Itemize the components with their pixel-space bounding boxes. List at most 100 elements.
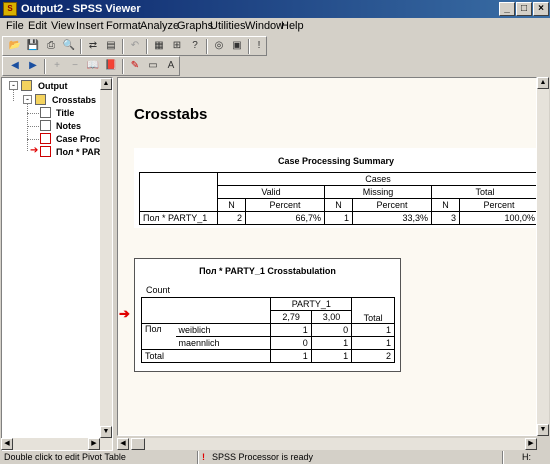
tree-item-notes[interactable]: Notes (56, 121, 81, 131)
page-title: Crosstabs (134, 106, 208, 123)
table-header-cell: Total (430, 185, 536, 199)
content-vertical-scrollbar[interactable]: ▲ ▼ (537, 77, 549, 436)
menu-graphs[interactable]: Graphs (177, 20, 213, 32)
table-cell: 0 (270, 336, 312, 350)
designate-window-icon[interactable]: ▣ (228, 38, 246, 55)
spss-app-icon[interactable]: S (3, 2, 17, 16)
close-button[interactable]: × (533, 2, 549, 16)
table-cell: 33,3% (352, 211, 432, 225)
menu-utilities[interactable]: Utilities (210, 20, 245, 32)
outline-pane[interactable]: - Output - Crosstabs Title Notes Case Pr… (1, 77, 113, 451)
undo-icon[interactable]: ↶ (126, 38, 144, 55)
variables-icon[interactable]: ? (186, 38, 204, 55)
collapse-crosstabs-toggle[interactable]: - (23, 95, 32, 104)
table-header-cell: Total (351, 297, 395, 324)
table-header-cell: Percent (459, 198, 536, 212)
scroll-right-icon[interactable]: ▶ (88, 438, 100, 450)
table-header-cell: N (323, 198, 354, 212)
menu-help[interactable]: Help (281, 20, 304, 32)
scroll-right-icon[interactable]: ▶ (525, 438, 537, 450)
open-icon[interactable]: 📂 (6, 38, 24, 55)
tree-item-crosstabulation[interactable]: Пол * PAR (56, 147, 100, 157)
maximize-button[interactable]: □ (516, 2, 532, 16)
collapse-output-toggle[interactable]: - (9, 81, 18, 90)
dialog-recall-icon[interactable]: ▤ (102, 38, 120, 55)
insert-text-icon[interactable]: A (162, 58, 180, 75)
promote-icon[interactable]: ◀ (6, 58, 24, 75)
tree-item-output[interactable]: Output (38, 81, 68, 91)
print-preview-icon[interactable]: 🔍 (60, 38, 78, 55)
tree-connector (27, 103, 28, 151)
goto-data-icon[interactable]: ▦ (150, 38, 168, 55)
tree-item-title[interactable]: Title (56, 108, 74, 118)
content-horizontal-scrollbar[interactable]: ◀ ▶ (117, 438, 537, 450)
menu-edit[interactable]: Edit (28, 20, 47, 32)
menu-file[interactable]: File (6, 20, 24, 32)
window-title: Output2 - SPSS Viewer (21, 3, 141, 15)
toolbar-separator (206, 39, 208, 54)
expand-icon[interactable]: + (48, 58, 66, 75)
table-header-cell: Cases (217, 172, 536, 186)
outline-vertical-scrollbar[interactable]: ▲ ▼ (100, 78, 112, 450)
insert-title-icon[interactable]: ▭ (144, 58, 162, 75)
table-row-label: Пол * PARTY_1 (139, 211, 218, 225)
tree-connector (27, 139, 41, 140)
toolbar-separator (80, 39, 82, 54)
tree-item-crosstabs[interactable]: Crosstabs (52, 95, 96, 105)
menu-analyze[interactable]: Analyze (140, 20, 179, 32)
use-sets-icon[interactable]: ◎ (210, 38, 228, 55)
table-cell: 3 (430, 211, 461, 225)
case-summary-title: Case Processing Summary (277, 156, 395, 166)
scroll-left-icon[interactable]: ◀ (117, 438, 129, 450)
crosstab-table[interactable]: PARTY_1 Total 2,79 3,00 Пол weiblich 1 0… (140, 297, 395, 363)
scroll-up-icon[interactable]: ▲ (100, 78, 112, 90)
table-cell: 1 (310, 349, 353, 363)
demote-icon[interactable]: ▶ (24, 58, 42, 75)
show-icon[interactable]: 📖 (84, 58, 102, 75)
table-cell: 100,0% (459, 211, 536, 225)
tree-item-case-processing[interactable]: Case Proce (56, 134, 105, 144)
table-header-cell: Percent (352, 198, 432, 212)
insert-heading-icon[interactable]: ✎ (126, 58, 144, 75)
menu-view[interactable]: View (51, 20, 75, 32)
scroll-up-icon[interactable]: ▲ (537, 77, 549, 89)
standard-toolbar: 📂 💾 ⎙ 🔍 ⇄ ▤ ↶ ▦ ⊞ ? ◎ ▣ ! (2, 36, 267, 56)
table-row: PARTY_1 Total (140, 297, 395, 324)
save-icon[interactable]: 💾 (24, 38, 42, 55)
crosstab-pivot[interactable]: Пол * PARTY_1 Crosstabulation Count PART… (134, 258, 401, 372)
table-row-label: maennlich (175, 336, 272, 350)
collapse-icon[interactable]: − (66, 58, 84, 75)
status-separator (502, 451, 504, 464)
pivot-table-icon (40, 133, 51, 144)
print-icon[interactable]: ⎙ (42, 38, 60, 55)
menu-format[interactable]: Format (106, 20, 141, 32)
scroll-down-icon[interactable]: ▼ (100, 426, 112, 438)
table-row-var-label: Пол (141, 323, 176, 350)
toolbar-separator (44, 59, 46, 74)
table-cell: 1 (351, 336, 395, 350)
minimize-button[interactable]: _ (499, 2, 515, 16)
menu-insert[interactable]: Insert (76, 20, 104, 32)
table-cell: 66,7% (245, 211, 325, 225)
scroll-down-icon[interactable]: ▼ (537, 424, 549, 436)
processor-status-icon: ! (202, 452, 205, 462)
scroll-left-icon[interactable]: ◀ (1, 438, 13, 450)
table-cell: 2 (216, 211, 247, 225)
table-header-cell: PARTY_1 (270, 297, 353, 311)
count-label: Count (146, 285, 171, 295)
goto-case-icon[interactable]: ⊞ (168, 38, 186, 55)
tree-connector (27, 126, 41, 127)
alert-icon[interactable]: ! (250, 38, 268, 55)
output-content-pane[interactable]: Crosstabs Case Processing Summary Cases … (117, 77, 537, 436)
menu-bar: File Edit View Insert Format Analyze Gra… (0, 18, 550, 35)
table-header-cell: 2,79 (270, 310, 312, 324)
menu-window[interactable]: Window (245, 20, 284, 32)
scroll-thumb[interactable] (131, 438, 145, 450)
export-icon[interactable]: ⇄ (84, 38, 102, 55)
hide-icon[interactable]: 📕 (102, 58, 120, 75)
outline-horizontal-scrollbar[interactable]: ◀ ▶ (1, 438, 112, 450)
case-processing-pivot[interactable]: Case Processing Summary Cases Valid Miss… (134, 148, 536, 228)
crosstab-title: Пол * PARTY_1 Crosstabulation (199, 266, 336, 276)
case-summary-table[interactable]: Cases Valid Missing Total N Percent N Pe… (139, 172, 536, 225)
table-cell: 1 (351, 323, 395, 337)
